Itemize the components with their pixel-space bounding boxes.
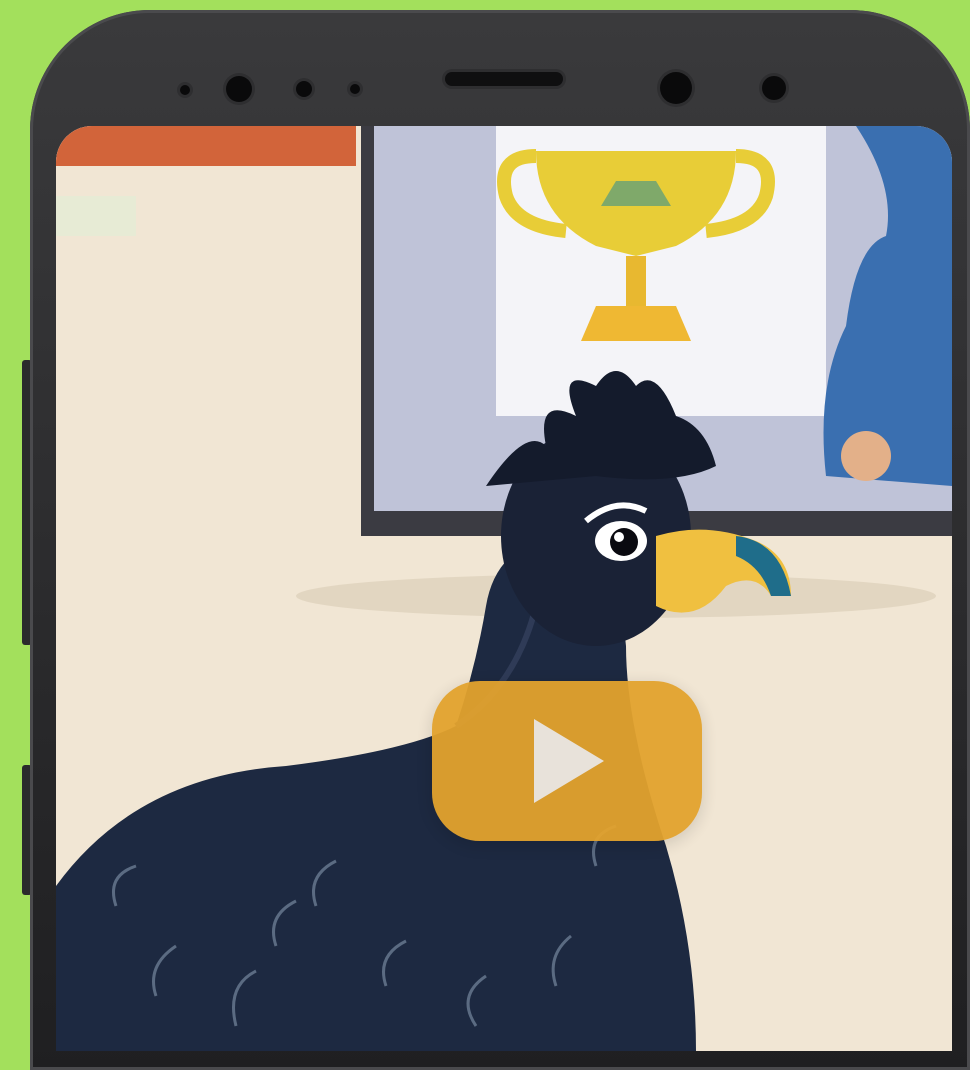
- orange-shelf: [56, 126, 356, 166]
- play-icon: [534, 719, 604, 803]
- front-camera: [226, 76, 252, 102]
- earpiece-speaker: [445, 72, 563, 86]
- video-screen[interactable]: [56, 126, 952, 1051]
- light-sensor: [350, 84, 360, 94]
- proximity-sensor: [296, 81, 312, 97]
- play-button[interactable]: [432, 681, 702, 841]
- iris-camera: [660, 72, 692, 104]
- wall-sticker: [56, 196, 136, 236]
- sensor-dot: [180, 85, 190, 95]
- iris-sensor: [762, 76, 786, 100]
- video-thumbnail: [56, 126, 952, 1051]
- person-hand: [841, 431, 891, 481]
